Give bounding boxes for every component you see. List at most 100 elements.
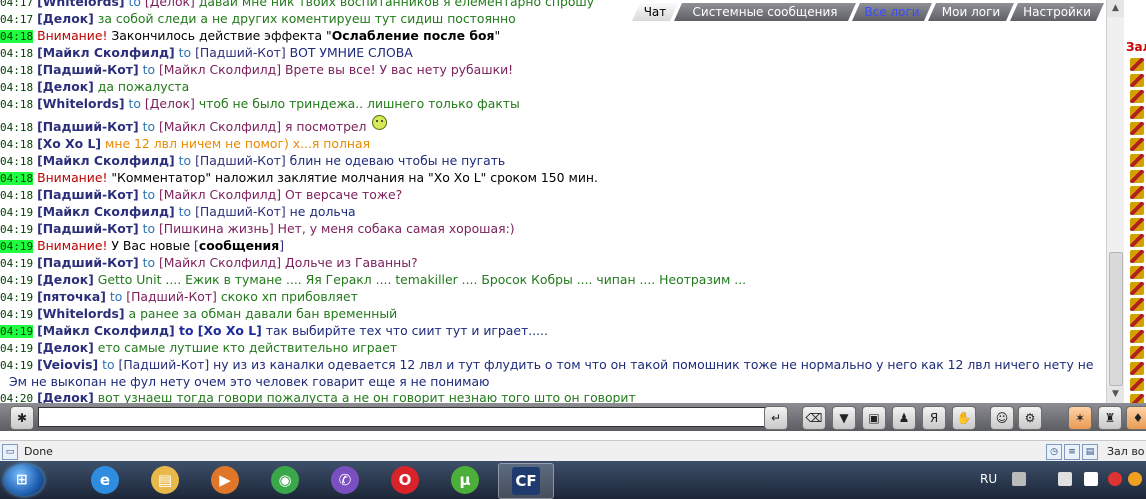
- update-tray-icon[interactable]: [1128, 472, 1142, 486]
- message-time[interactable]: 04:18: [0, 98, 33, 111]
- message-time[interactable]: 04:18: [0, 189, 33, 202]
- user-rank-icon[interactable]: [1130, 234, 1144, 247]
- taskbar-opera[interactable]: O: [378, 463, 432, 497]
- user-rank-icon[interactable]: [1130, 154, 1144, 167]
- nickname-link[interactable]: [Майкл Сколфилд]: [37, 204, 175, 219]
- nickname-link[interactable]: [Майкл Сколфилд]: [37, 323, 175, 338]
- taskbar-chrome[interactable]: ◉: [258, 463, 312, 497]
- nickname-link[interactable]: [Whitelords]: [37, 0, 125, 9]
- nickname-link[interactable]: [Whitelords]: [37, 96, 125, 111]
- smiley-icon[interactable]: ☺: [990, 406, 1014, 430]
- nickname-link[interactable]: [Падший-Кот]: [37, 221, 139, 236]
- network-icon[interactable]: [1012, 472, 1026, 486]
- nickname-link[interactable]: [Падший-Кот]: [37, 187, 139, 202]
- user-rank-icon[interactable]: [1130, 106, 1144, 119]
- nickname-link[interactable]: [Падший-Кот]: [119, 357, 210, 372]
- language-indicator[interactable]: RU: [980, 472, 997, 486]
- user-rank-icon[interactable]: [1130, 314, 1144, 327]
- user-rank-icon[interactable]: [1130, 58, 1144, 71]
- nickname-link[interactable]: [Делок]: [37, 272, 94, 287]
- filter-icon[interactable]: ▼: [832, 406, 856, 430]
- user-rank-icon[interactable]: [1130, 90, 1144, 103]
- message-time[interactable]: 04:18: [0, 138, 33, 151]
- taskbar-explorer[interactable]: ▤: [138, 463, 192, 497]
- nickname-link[interactable]: [Whitelords]: [37, 306, 125, 321]
- nickname-link[interactable]: [Делок]: [37, 340, 94, 355]
- tab-settings[interactable]: Настройки: [1010, 3, 1104, 21]
- user-rank-icon[interactable]: [1130, 298, 1144, 311]
- nickname-link[interactable]: [Падший-Кот]: [37, 119, 139, 134]
- message-time[interactable]: 04:18: [0, 30, 34, 43]
- message-time[interactable]: 04:19: [0, 291, 33, 304]
- message-time[interactable]: 04:19: [0, 257, 33, 270]
- fight-icon[interactable]: ✶: [1068, 406, 1092, 430]
- nickname-link[interactable]: [Делок]: [37, 79, 94, 94]
- tab-system-messages[interactable]: Системные сообщения: [674, 3, 856, 21]
- nickname-link[interactable]: [Майкл Сколфилд]: [159, 119, 281, 134]
- nickname-link[interactable]: [Veiovis]: [37, 357, 98, 372]
- settings-icon[interactable]: ⚙: [1018, 406, 1042, 430]
- paw-icon[interactable]: ✱: [10, 406, 34, 430]
- volume-icon[interactable]: [1058, 472, 1072, 486]
- tab-my-logs[interactable]: Мои логи: [928, 3, 1014, 21]
- message-time[interactable]: 04:18: [0, 81, 33, 94]
- nickname-link[interactable]: [Падший-Кот]: [126, 289, 217, 304]
- fighter-icon[interactable]: ♟: [892, 406, 916, 430]
- message-time[interactable]: 04:18: [0, 47, 33, 60]
- message-time[interactable]: 04:19: [0, 240, 34, 253]
- message-time[interactable]: 04:19: [0, 308, 33, 321]
- tab-all-logs[interactable]: Все логи: [852, 3, 932, 21]
- nickname-link[interactable]: [Падший-Кот]: [37, 255, 139, 270]
- send-icon[interactable]: ↵: [764, 406, 788, 430]
- nickname-link[interactable]: [Падший-Кот]: [195, 204, 286, 219]
- scroll-down-arrow-icon[interactable]: ▼: [1107, 386, 1124, 403]
- clock-icon[interactable]: ◷: [1046, 444, 1062, 460]
- user-rank-icon[interactable]: [1130, 378, 1144, 391]
- user-rank-icon[interactable]: [1130, 218, 1144, 231]
- antivirus-tray-icon[interactable]: [1108, 472, 1122, 486]
- nickname-link[interactable]: [Пишкина жизнь]: [159, 221, 274, 236]
- nickname-link[interactable]: [Делок]: [145, 0, 195, 9]
- taskbar-media-player[interactable]: ▶: [198, 463, 252, 497]
- start-button[interactable]: ⊞: [4, 464, 44, 496]
- nickname-link[interactable]: [Майкл Сколфилд]: [37, 45, 175, 60]
- hands-icon[interactable]: ✋: [952, 406, 976, 430]
- viber-tray-icon[interactable]: [1084, 472, 1098, 486]
- user-rank-icon[interactable]: [1130, 186, 1144, 199]
- user-rank-icon[interactable]: [1130, 202, 1144, 215]
- translit-icon[interactable]: Я: [922, 406, 946, 430]
- user-rank-icon[interactable]: [1130, 122, 1144, 135]
- eraser-icon[interactable]: ⌫: [802, 406, 826, 430]
- user-rank-icon[interactable]: [1130, 282, 1144, 295]
- message-time[interactable]: 04:19: [0, 206, 33, 219]
- nickname-link[interactable]: [Майкл Сколфилд]: [159, 187, 281, 202]
- chat-scrollbar[interactable]: ▲ ▼: [1106, 0, 1124, 403]
- user-rank-icon[interactable]: [1130, 362, 1144, 375]
- taskbar-combats[interactable]: CF: [498, 463, 554, 499]
- gift-icon[interactable]: ♦: [1126, 406, 1146, 430]
- nickname-link[interactable]: [Майкл Сколфилд]: [159, 255, 281, 270]
- scroll-thumb[interactable]: [1109, 252, 1123, 386]
- user-rank-icon[interactable]: [1130, 74, 1144, 87]
- message-time[interactable]: 04:19: [0, 342, 33, 355]
- message-time[interactable]: 04:18: [0, 121, 33, 134]
- document-icon[interactable]: ▤: [1082, 444, 1098, 460]
- message-time[interactable]: 04:18: [0, 155, 33, 168]
- user-rank-icon[interactable]: [1130, 346, 1144, 359]
- tab-chat[interactable]: Чат: [632, 3, 678, 21]
- message-time[interactable]: 04:18: [0, 64, 33, 77]
- user-rank-icon[interactable]: [1130, 250, 1144, 263]
- message-time[interactable]: 04:17: [0, 13, 33, 26]
- scroll-up-arrow-icon[interactable]: ▲: [1107, 0, 1124, 17]
- save-icon[interactable]: ▣: [862, 406, 886, 430]
- nickname-link[interactable]: [Делок]: [37, 11, 94, 26]
- user-rank-icon[interactable]: [1130, 394, 1144, 403]
- message-time[interactable]: 04:19: [0, 223, 33, 236]
- nickname-link[interactable]: [Делок]: [37, 390, 94, 403]
- nickname-link[interactable]: [Падший-Кот]: [195, 45, 286, 60]
- message-time[interactable]: 04:19: [0, 325, 34, 338]
- nickname-link[interactable]: [Майкл Сколфилд]: [159, 62, 281, 77]
- user-rank-icon[interactable]: [1130, 138, 1144, 151]
- message-time[interactable]: 04:17: [0, 0, 33, 9]
- message-time[interactable]: 04:19: [0, 274, 33, 287]
